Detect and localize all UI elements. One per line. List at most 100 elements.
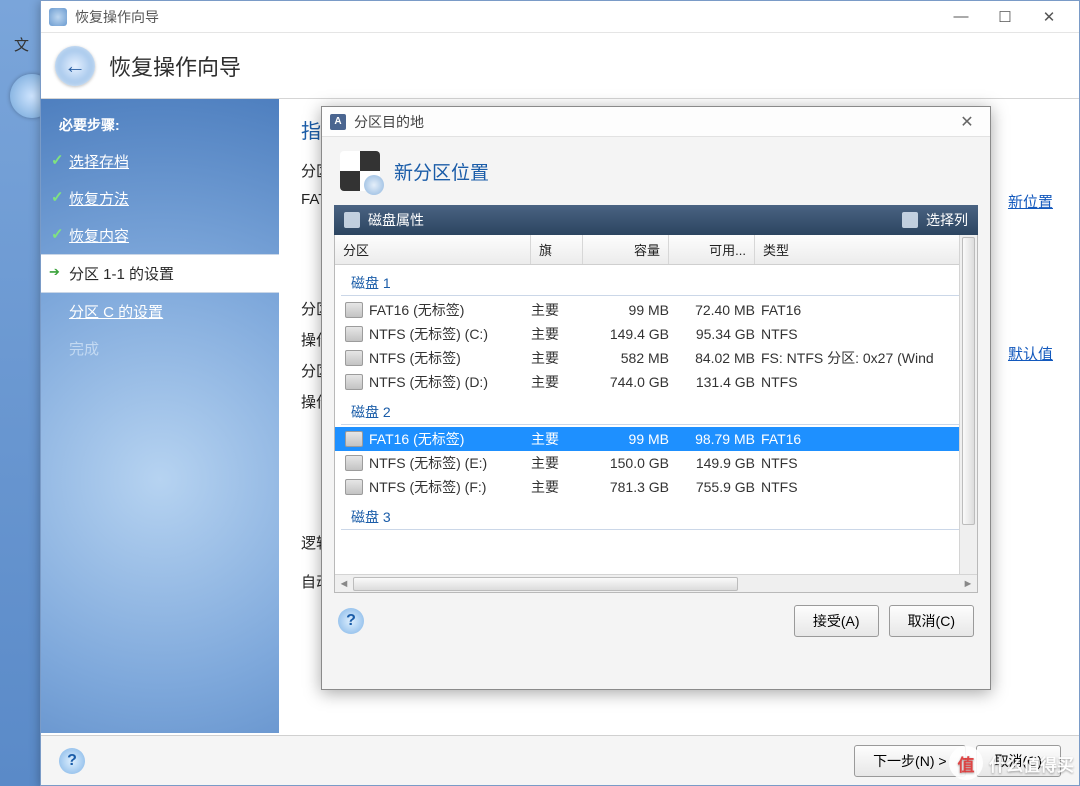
partition-flag: 主要 [531,300,583,320]
col-free[interactable]: 可用... [669,235,755,264]
partition-free: 98.79 MB [669,431,755,447]
app-icon [49,8,67,26]
dialog-titlebar[interactable]: A 分区目的地 ✕ [322,107,990,137]
grid-toolbar: 磁盘属性 选择列 [334,205,978,235]
sidebar-step: 完成 [41,330,279,367]
partition-free: 95.34 GB [669,326,755,342]
maximize-button[interactable]: ☐ [983,4,1027,30]
col-type[interactable]: 类型 [755,235,977,264]
watermark-icon: 值 [949,746,983,780]
sidebar-step[interactable]: 恢复方法 [41,180,279,217]
disk-properties-icon [344,212,360,228]
grid-body[interactable]: 磁盘 1FAT16 (无标签)主要99 MB72.40 MBFAT16NTFS … [335,265,977,574]
dialog-close-button[interactable]: ✕ [952,112,982,132]
dialog-header: 新分区位置 [322,137,990,205]
dialog-app-icon: A [330,114,346,130]
sidebar-step[interactable]: 选择存档 [41,143,279,180]
page-title: 恢复操作向导 [109,50,241,82]
partition-row[interactable]: FAT16 (无标签)主要99 MB72.40 MBFAT16 [335,298,977,322]
drive-icon [345,431,363,447]
partition-capacity: 781.3 GB [583,479,669,495]
new-location-link[interactable]: 新位置 [1008,191,1053,212]
bg-menu-label: 文 [14,34,29,55]
col-capacity[interactable]: 容量 [583,235,669,264]
vscroll-thumb[interactable] [962,237,975,525]
back-button[interactable]: ← [55,46,95,86]
minimize-button[interactable]: — [939,4,983,30]
partition-type: NTFS [755,326,977,342]
hscroll-left-arrow[interactable]: ◄ [335,578,353,590]
partition-name: NTFS (无标签) [369,348,461,368]
choose-columns-icon [902,212,918,228]
dialog-help-icon[interactable]: ? [338,608,364,634]
partition-flag: 主要 [531,453,583,473]
dialog-cancel-button[interactable]: 取消(C) [889,605,974,637]
partition-row[interactable]: NTFS (无标签) (E:) 主要150.0 GB149.9 GBNTFS [335,451,977,475]
col-partition[interactable]: 分区 [335,235,531,264]
watermark: 值 什么值得买 [949,746,1074,780]
wizard-header: ← 恢复操作向导 [41,33,1079,99]
hscroll-thumb[interactable] [353,577,738,591]
drive-icon [345,350,363,366]
partition-free: 131.4 GB [669,374,755,390]
sidebar-step[interactable]: 分区 1-1 的设置 [41,254,279,293]
close-button[interactable]: ✕ [1027,4,1071,30]
partition-flag: 主要 [531,324,583,344]
grid-header[interactable]: 分区 旗 容量 可用... 类型 [335,235,977,265]
partition-free: 84.02 MB [669,350,755,366]
hscroll-right-arrow[interactable]: ► [959,578,977,590]
disk-group-label: 磁盘 2 [341,396,971,425]
partition-free: 72.40 MB [669,302,755,318]
toolbar-label-right[interactable]: 选择列 [926,210,968,230]
drive-icon [345,374,363,390]
bg-underlay: 文 [14,34,29,55]
toolbar-label-left: 磁盘属性 [368,210,424,230]
partition-flag: 主要 [531,372,583,392]
help-icon[interactable]: ? [59,748,85,774]
partition-capacity: 744.0 GB [583,374,669,390]
partition-row[interactable]: NTFS (无标签) 主要582 MB84.02 MBFS: NTFS 分区: 0… [335,346,977,370]
partition-type: FS: NTFS 分区: 0x27 (Wind [755,348,977,368]
partition-type: NTFS [755,455,977,471]
partition-name: FAT16 (无标签) [369,429,464,449]
partition-flag: 主要 [531,429,583,449]
partition-name: NTFS (无标签) (D:) [369,372,488,392]
window-title: 恢复操作向导 [75,7,939,27]
sidebar-step[interactable]: 分区 C 的设置 [41,293,279,330]
dialog-footer: ? 接受(A) 取消(C) [322,593,990,649]
partition-capacity: 150.0 GB [583,455,669,471]
drive-icon [345,302,363,318]
horizontal-scrollbar[interactable]: ◄ ► [335,574,977,592]
watermark-text: 什么值得买 [989,751,1074,776]
partition-row[interactable]: FAT16 (无标签) 主要99 MB98.79 MBFAT16 [335,427,977,451]
partition-flag: 主要 [531,348,583,368]
partition-row[interactable]: NTFS (无标签) (F:)主要781.3 GB755.9 GBNTFS [335,475,977,499]
partition-capacity: 99 MB [583,302,669,318]
wizard-footer: ? 下一步(N) > 取消(C) [41,735,1079,785]
sidebar-section-label: 必要步骤: [41,107,279,143]
partition-capacity: 582 MB [583,350,669,366]
partition-type: FAT16 [755,302,977,318]
partition-capacity: 99 MB [583,431,669,447]
accept-button[interactable]: 接受(A) [794,605,879,637]
partition-name: NTFS (无标签) (E:) [369,453,487,473]
col-flag[interactable]: 旗 [531,235,583,264]
steps-sidebar: 必要步骤: 选择存档恢复方法恢复内容分区 1-1 的设置分区 C 的设置完成 [41,99,279,733]
partition-free: 149.9 GB [669,455,755,471]
partition-row[interactable]: NTFS (无标签) (C:)主要149.4 GB95.34 GBNTFS [335,322,977,346]
drive-icon [345,455,363,471]
partition-free: 755.9 GB [669,479,755,495]
default-value-link[interactable]: 默认值 [1008,343,1053,364]
sidebar-step[interactable]: 恢复内容 [41,217,279,254]
partition-grid: 分区 旗 容量 可用... 类型 磁盘 1FAT16 (无标签)主要99 MB7… [334,235,978,593]
vertical-scrollbar[interactable] [959,235,977,574]
partition-name: NTFS (无标签) (C:) [369,324,488,344]
partition-name: NTFS (无标签) (F:) [369,477,486,497]
titlebar[interactable]: 恢复操作向导 — ☐ ✕ [41,1,1079,33]
partition-type: FAT16 [755,431,977,447]
dialog-heading: 新分区位置 [394,158,489,185]
partition-row[interactable]: NTFS (无标签) (D:)主要744.0 GB131.4 GBNTFS [335,370,977,394]
dialog-title: 分区目的地 [354,112,952,132]
checkered-flag-icon [340,151,380,191]
partition-destination-dialog: A 分区目的地 ✕ 新分区位置 磁盘属性 选择列 分区 旗 容量 可用... 类… [321,106,991,690]
